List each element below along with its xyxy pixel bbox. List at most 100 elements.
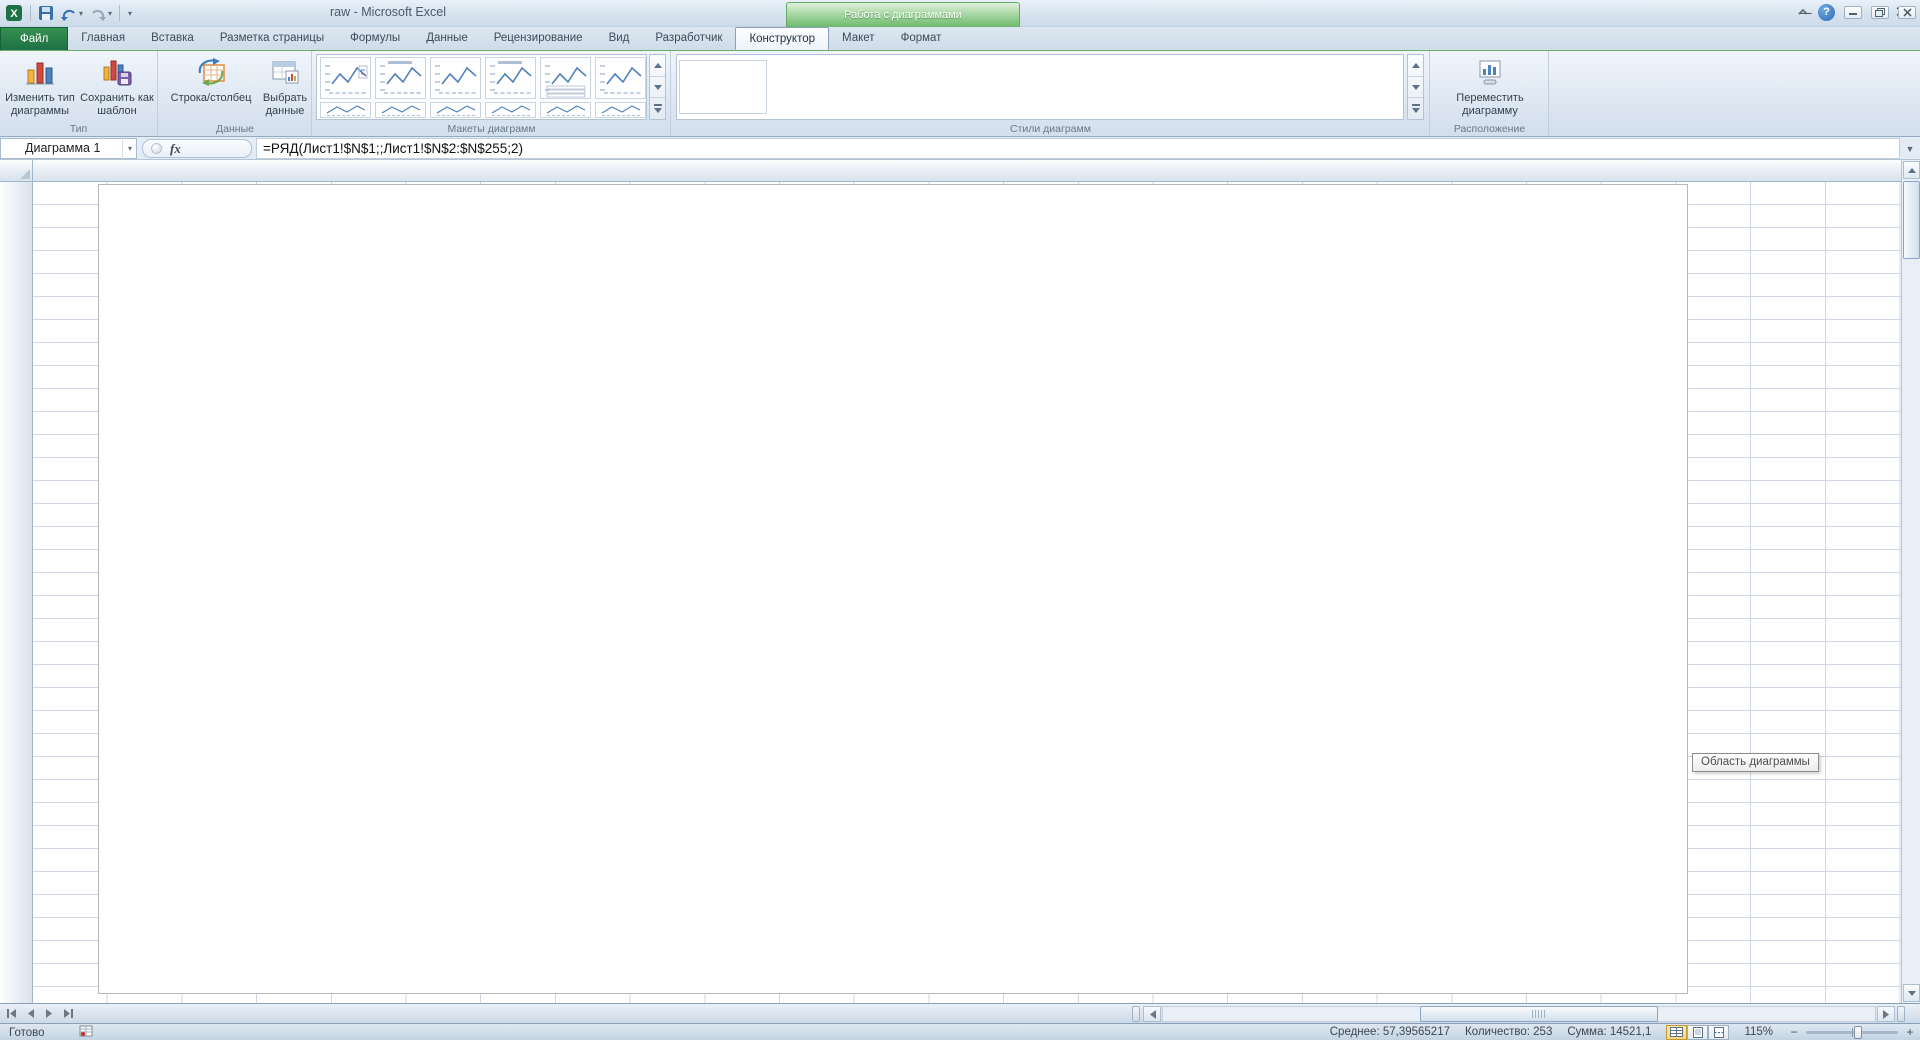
zoom-slider-thumb[interactable] (1854, 1025, 1862, 1039)
horizontal-scroll-thumb[interactable] (1420, 1006, 1658, 1022)
customize-qat-icon[interactable]: ▾ (127, 3, 133, 23)
tab-формат[interactable]: Формат (888, 27, 955, 50)
select-data-icon (268, 55, 302, 89)
group-chart-layouts: Макеты диаграмм (313, 51, 671, 136)
tab-рецензирование[interactable]: Рецензирование (481, 27, 596, 50)
collapse-ribbon-icon[interactable] (1797, 3, 1809, 21)
ribbon-tab-row: Файл Главная Вставка Разметка страницы Форму… (0, 27, 1920, 50)
save-as-template-button[interactable]: Сохранить как шаблон (79, 54, 155, 122)
status-bar: Готово Среднее: 57,39565217 Количество: … (0, 1023, 1920, 1040)
scroll-right-icon[interactable] (1877, 1006, 1895, 1022)
switch-row-column-button[interactable]: Строка/столбец (161, 54, 261, 122)
layouts-scroll-up-icon[interactable] (650, 55, 665, 77)
scrollbar-split-handle[interactable] (1897, 1006, 1905, 1022)
page-layout-view-icon[interactable] (1687, 1024, 1709, 1040)
excel-logo-icon[interactable]: X (4, 3, 24, 23)
save-icon[interactable] (37, 3, 55, 23)
chart-layout-thumb[interactable] (485, 57, 536, 99)
layouts-more-icon[interactable] (650, 98, 665, 119)
chart-layout-thumb[interactable] (320, 57, 371, 99)
vertical-scrollbar[interactable] (1901, 160, 1920, 1003)
tab-файл[interactable]: Файл (0, 27, 69, 50)
scroll-left-icon[interactable] (1143, 1006, 1161, 1022)
formula-input[interactable]: =РЯД(Лист1!$N$1;;Лист1!$N$2:$N$255;2) (256, 138, 1900, 159)
chart-styles-scroll (1407, 54, 1424, 120)
previous-sheet-icon[interactable] (22, 1006, 38, 1021)
tab-формулы[interactable]: Формулы (337, 27, 413, 50)
workbook-restore-icon[interactable] (1871, 5, 1889, 19)
group-chart-styles: Стили диаграмм (672, 51, 1430, 136)
change-chart-type-button[interactable]: Изменить тип диаграммы (2, 54, 78, 122)
redo-caret-icon[interactable]: ▾ (108, 9, 112, 18)
zoom-in-icon[interactable]: + (1904, 1026, 1916, 1038)
tab-split-handle[interactable] (1132, 1006, 1140, 1022)
chart-style-thumb-1[interactable] (679, 60, 767, 114)
tab-разметка-страницы[interactable]: Разметка страницы (207, 27, 337, 50)
scroll-up-icon[interactable] (1903, 161, 1920, 179)
tab-макет[interactable]: Макет (829, 27, 888, 50)
redo-icon[interactable]: ▾ (88, 3, 113, 23)
group-label-type: Тип (69, 123, 88, 135)
tab-главная[interactable]: Главная (68, 27, 138, 50)
styles-scroll-up-icon[interactable] (1408, 55, 1423, 77)
scroll-down-icon[interactable] (1903, 984, 1920, 1002)
tab-данные[interactable]: Данные (413, 27, 481, 50)
chart-layout-thumb-row2[interactable] (540, 102, 591, 118)
select-data-button[interactable]: Выбрать данные (261, 54, 309, 122)
name-box[interactable]: Диаграмма 1 (0, 138, 137, 159)
chart-layout-thumb[interactable] (430, 57, 481, 99)
help-icon[interactable]: ? (1818, 3, 1835, 21)
tab-вид[interactable]: Вид (596, 27, 643, 50)
chart-area-tooltip: Область диаграммы (1692, 753, 1819, 772)
page-break-view-icon[interactable] (1708, 1024, 1730, 1040)
chart-layout-thumb-row2[interactable] (430, 102, 481, 118)
select-all-corner[interactable] (0, 160, 33, 182)
group-location: Переместить диаграмму Расположение (1431, 51, 1549, 136)
tab-конструктор[interactable]: Конструктор (735, 27, 830, 50)
sheet-tab-bar (0, 1003, 1920, 1023)
layouts-scroll-down-icon[interactable] (650, 77, 665, 99)
move-chart-button[interactable]: Переместить диаграмму (1442, 54, 1538, 122)
chart-area[interactable] (98, 184, 1688, 994)
expand-formula-bar-icon[interactable]: ▼ (1902, 140, 1918, 157)
tab-разработчик[interactable]: Разработчик (642, 27, 735, 50)
next-sheet-icon[interactable] (41, 1006, 57, 1021)
contextual-tab-banner: Работа с диаграммами (786, 2, 1020, 27)
chart-layout-thumb-row2[interactable] (485, 102, 536, 118)
undo-icon[interactable]: ▾ (59, 3, 84, 23)
status-mode: Готово (9, 1026, 45, 1039)
chart-layout-thumb[interactable] (595, 57, 646, 99)
chart-layout-thumb[interactable] (375, 57, 426, 99)
workbook-close-icon[interactable] (1898, 5, 1916, 19)
chart-layout-thumb[interactable] (540, 57, 591, 99)
qat-separator (119, 5, 121, 21)
insert-function-icon[interactable]: fx (170, 141, 181, 157)
zoom-level[interactable]: 115% (1744, 1026, 1773, 1038)
macro-record-icon[interactable] (79, 1025, 93, 1040)
group-type: Изменить тип диаграммы Сохранить как шаб… (0, 51, 158, 136)
tab-вставка[interactable]: Вставка (138, 27, 207, 50)
vertical-scroll-thumb[interactable] (1903, 181, 1920, 259)
chart-layout-thumb-row2[interactable] (375, 102, 426, 118)
first-sheet-icon[interactable] (3, 1006, 19, 1021)
qat-separator (30, 5, 31, 21)
zoom-out-icon[interactable]: − (1788, 1026, 1800, 1038)
chart-layout-thumb-row2[interactable] (595, 102, 646, 118)
save-as-template-icon (100, 55, 134, 89)
normal-view-icon[interactable] (1666, 1024, 1688, 1040)
status-sum: Сумма: 14521,1 (1567, 1026, 1652, 1038)
name-box-dropdown-icon[interactable]: ▾ (122, 138, 137, 159)
view-shortcuts (1666, 1024, 1730, 1040)
window-title: raw - Microsoft Excel (330, 5, 446, 19)
column-headers (33, 160, 1901, 182)
zoom-slider-track[interactable] (1806, 1025, 1898, 1039)
workbook-minimize-icon[interactable] (1844, 5, 1862, 19)
move-chart-icon (1473, 55, 1507, 89)
styles-more-icon[interactable] (1408, 98, 1423, 119)
styles-scroll-down-icon[interactable] (1408, 77, 1423, 99)
undo-caret-icon[interactable]: ▾ (79, 9, 83, 18)
formula-bar: Диаграмма 1 ▾ fx =РЯД(Лист1!$N$1;;Лист1!… (0, 137, 1920, 160)
chart-layout-thumb-row2[interactable] (320, 102, 371, 118)
last-sheet-icon[interactable] (60, 1006, 76, 1021)
group-label-location: Расположение (1453, 123, 1526, 135)
